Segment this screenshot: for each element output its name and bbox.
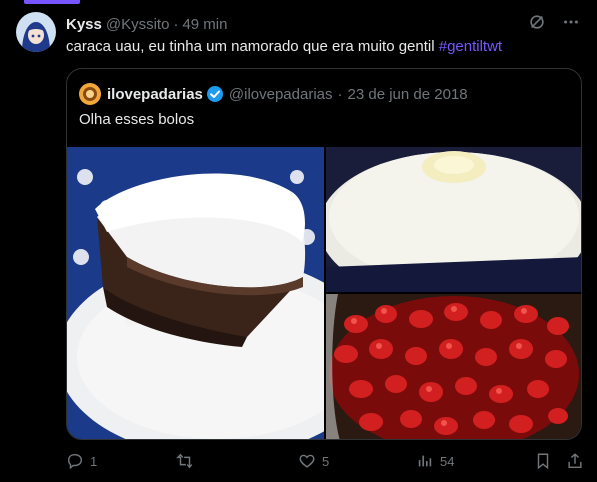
retweet-icon [176, 453, 193, 469]
author-name[interactable]: Kyss [66, 16, 102, 33]
photo-strawberry-tart[interactable] [326, 294, 581, 439]
share-icon [568, 453, 582, 469]
views-icon [418, 455, 432, 467]
retweet-button[interactable] [176, 452, 200, 470]
tweet-header: Kyss @Kyssito · 49 min [66, 14, 581, 34]
reply-icon [67, 453, 83, 470]
bookmark-icon [537, 453, 549, 470]
quoted-header: ilovepadarias @ilovepadarias · 23 de jun… [79, 83, 468, 105]
quoted-separator-dot: · [337, 85, 343, 103]
like-icon [299, 454, 315, 468]
quoted-author-name[interactable]: ilovepadarias [107, 86, 203, 103]
quoted-date[interactable]: 23 de jun de 2018 [348, 86, 468, 103]
header-icons [527, 12, 581, 32]
avatar[interactable] [16, 12, 56, 52]
quoted-author-handle[interactable]: @ilovepadarias [229, 86, 333, 103]
like-count: 5 [322, 453, 330, 469]
reply-count: 1 [90, 453, 98, 469]
views-count: 54 [440, 453, 455, 469]
separator-dot: · [173, 15, 179, 33]
media-grid [67, 147, 581, 439]
quoted-text: Olha esses bolos [79, 111, 195, 128]
views-button[interactable]: 54 [416, 452, 454, 470]
like-button[interactable]: 5 [298, 452, 329, 470]
grok-icon[interactable] [527, 12, 547, 32]
share-button[interactable] [566, 452, 584, 470]
tweet-body: caraca uau, eu tinha um namorado que era… [66, 38, 439, 55]
photo-cake-slice[interactable] [67, 147, 324, 439]
action-bar: 1 5 54 [66, 450, 584, 472]
verified-badge-icon [206, 85, 224, 103]
more-icon[interactable] [561, 12, 581, 32]
tweet-text: caraca uau, eu tinha um namorado que era… [66, 38, 502, 55]
avatar-image [16, 12, 56, 52]
bookmark-button[interactable] [534, 452, 552, 470]
top-accent-bar [24, 0, 80, 4]
quoted-avatar[interactable] [79, 83, 101, 105]
hashtag-link[interactable]: #gentiltwt [439, 38, 502, 55]
reply-button[interactable]: 1 [66, 452, 97, 470]
author-handle[interactable]: @Kyssito [106, 16, 170, 33]
quoted-tweet[interactable]: ilovepadarias @ilovepadarias · 23 de jun… [66, 68, 582, 440]
photo-bundt-cake[interactable] [326, 147, 581, 292]
tweet-time[interactable]: 49 min [182, 16, 227, 33]
